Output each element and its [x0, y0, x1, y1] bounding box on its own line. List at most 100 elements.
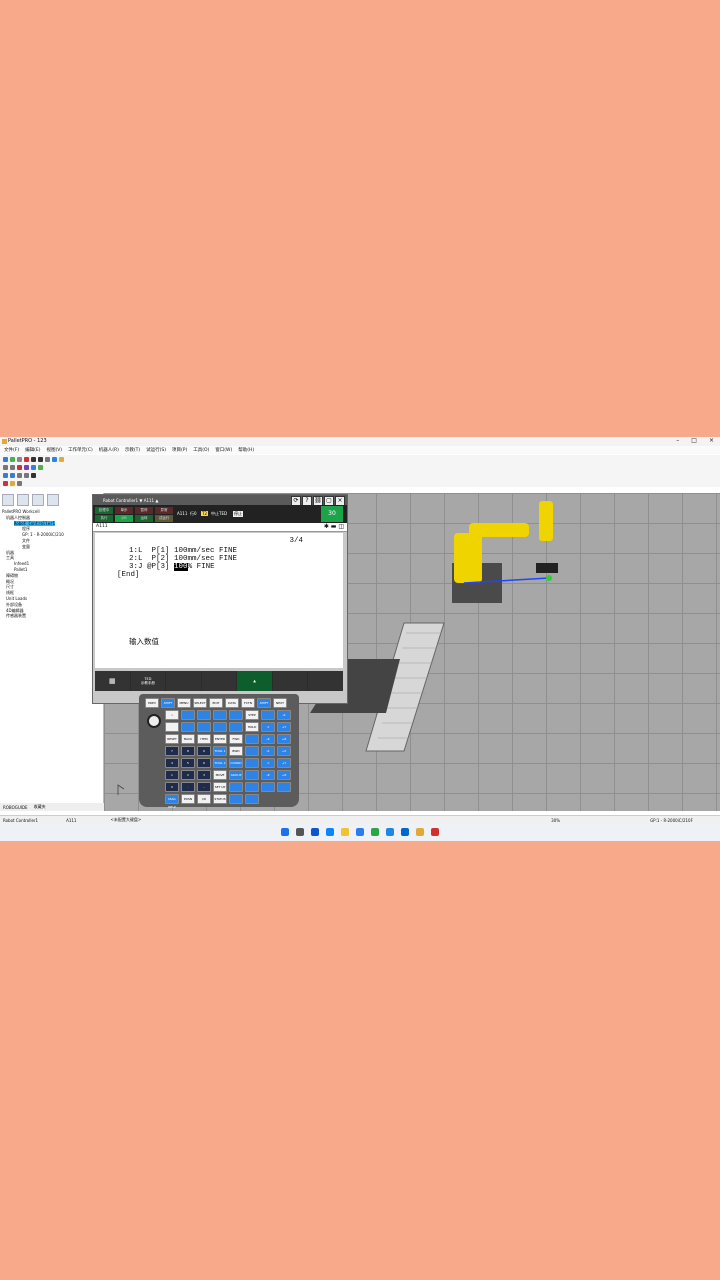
settings-icon[interactable] [31, 472, 36, 478]
task-view-icon[interactable] [311, 828, 319, 836]
menu-view[interactable]: 视图(V) [46, 447, 62, 453]
f5-button[interactable] [272, 671, 308, 691]
key[interactable] [229, 794, 243, 804]
pan-icon[interactable] [10, 464, 15, 470]
emergency-stop-icon[interactable] [147, 714, 161, 728]
menu-project[interactable]: 项目(P) [172, 447, 187, 453]
key[interactable] [261, 710, 275, 720]
jog-key[interactable]: +Z [277, 734, 291, 744]
minimize-icon[interactable]: – [676, 437, 679, 444]
f2-button[interactable] [166, 671, 201, 691]
tree-item-selected[interactable]: Robot Controller1 [14, 520, 55, 526]
tool2-key[interactable]: TOOL 2 [213, 758, 227, 768]
key[interactable] [229, 782, 243, 792]
tab-favorites[interactable]: 收藏夹 [34, 804, 46, 810]
tree-item[interactable]: 传感器装置 [0, 613, 103, 619]
check-icon[interactable] [38, 464, 43, 470]
key[interactable] [245, 770, 259, 780]
next-key[interactable]: NEXT [273, 698, 287, 708]
zoom-icon[interactable] [3, 464, 8, 470]
camera-icon[interactable] [52, 456, 57, 462]
browser-tool-icon[interactable] [17, 494, 29, 506]
key[interactable] [245, 794, 259, 804]
app-icon[interactable] [371, 828, 379, 836]
record-icon[interactable] [45, 456, 50, 462]
shift-key-left[interactable]: SHIFT [161, 698, 175, 708]
line-3-rest[interactable]: % FINE [188, 563, 215, 571]
save-icon[interactable] [10, 472, 15, 478]
key[interactable] [181, 710, 195, 720]
key[interactable] [213, 710, 227, 720]
screen-controls-icon[interactable]: ✱ ▬ ◫ [324, 523, 344, 531]
search-icon[interactable] [296, 828, 304, 836]
line-3-cursor-value[interactable]: 100 [174, 563, 188, 571]
coord-key[interactable]: COORD [229, 758, 243, 768]
select-tool-icon[interactable] [3, 456, 8, 462]
rotate-tool-icon[interactable] [17, 456, 22, 462]
f6-button[interactable] [308, 671, 344, 691]
f3-button[interactable] [201, 671, 237, 691]
app-icon[interactable] [401, 828, 409, 836]
redo-icon[interactable] [24, 472, 29, 478]
menu-tools[interactable]: 工具(O) [193, 447, 209, 453]
menu-help[interactable]: 帮助(H) [238, 447, 254, 453]
group-key[interactable]: GROUP [229, 770, 243, 780]
jog-key[interactable]: -X [277, 710, 291, 720]
menu-key[interactable]: MENU [177, 698, 191, 708]
num-9-key[interactable]: 9 [197, 746, 211, 756]
stop-icon[interactable] [24, 456, 29, 462]
info-key[interactable]: i [165, 710, 179, 720]
num-6-key[interactable]: 6 [197, 758, 211, 768]
key[interactable] [229, 722, 243, 732]
ted-button[interactable]: TED 示教手册 [130, 671, 166, 691]
browser-icon[interactable] [326, 828, 334, 836]
line-1-text[interactable]: P[1] 100mm/sec FINE [152, 547, 238, 555]
jog-key[interactable]: +Y [277, 758, 291, 768]
tool1-key[interactable]: TOOL 1 [213, 746, 227, 756]
move-tool-icon[interactable] [10, 456, 15, 462]
posn-key[interactable]: POSN [181, 794, 195, 804]
menu-edit[interactable]: 编辑(E) [25, 447, 40, 453]
close-icon[interactable]: × [709, 437, 714, 444]
line-1-num[interactable]: 1:L [129, 547, 143, 555]
key[interactable] [245, 734, 259, 744]
jog-key[interactable]: -X [261, 746, 275, 756]
grid-menu-button[interactable]: ▦ [95, 671, 130, 691]
store-icon[interactable] [356, 828, 364, 836]
line-3-num[interactable]: 3:J [129, 563, 143, 571]
robot-icon[interactable] [59, 456, 64, 462]
menu-window[interactable]: 窗口(W) [215, 447, 232, 453]
key[interactable] [165, 722, 179, 732]
select-key[interactable]: SELECT [193, 698, 207, 708]
bwd-key[interactable]: BWD [229, 746, 243, 756]
browser-tool-icon[interactable] [32, 494, 44, 506]
line-3-text[interactable]: @P[3] [147, 563, 174, 571]
app-icon[interactable] [386, 828, 394, 836]
folder-icon[interactable] [341, 828, 349, 836]
key[interactable] [261, 782, 275, 792]
menu-cell[interactable]: 工作单元(C) [68, 447, 93, 453]
key[interactable] [197, 710, 211, 720]
shift-key-right[interactable]: SHIFT [257, 698, 271, 708]
start-icon[interactable] [281, 828, 289, 836]
minus-key[interactable]: - [197, 782, 211, 792]
move-menu-key[interactable]: MOVE MENU [213, 770, 227, 785]
fwd-key[interactable]: FWD [229, 734, 243, 744]
diag-help-key[interactable]: DIAG HELP [165, 794, 179, 809]
jog-key[interactable]: -Z [261, 734, 275, 744]
dot-key[interactable]: . [181, 782, 195, 792]
path-icon[interactable] [24, 464, 29, 470]
key[interactable] [229, 710, 243, 720]
menu-teach[interactable]: 示教(T) [125, 447, 140, 453]
num-8-key[interactable]: 8 [181, 746, 195, 756]
roboguide-icon[interactable] [416, 828, 424, 836]
tab-roboguide[interactable]: ROBOGUIDE [3, 805, 28, 810]
key[interactable] [277, 782, 291, 792]
key[interactable] [245, 782, 259, 792]
io-key[interactable]: I/O [197, 794, 211, 804]
num-5-key[interactable]: 5 [181, 758, 195, 768]
key[interactable] [245, 746, 259, 756]
program-icon[interactable] [17, 480, 22, 486]
hold-key[interactable]: HOLD [245, 722, 259, 732]
key[interactable] [197, 722, 211, 732]
